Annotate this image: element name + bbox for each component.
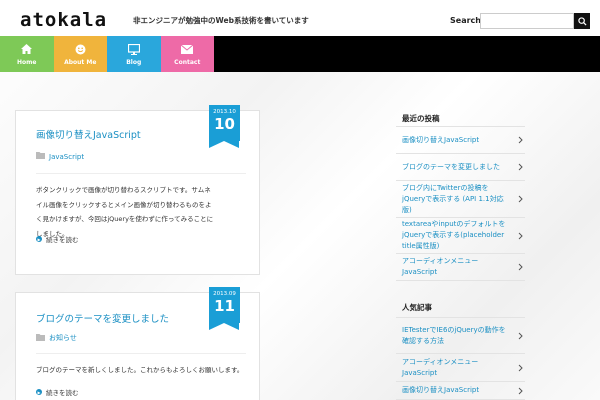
recent-post-item[interactable]: 画像切り替えJavaScript — [396, 126, 525, 154]
nav-item-label: Contact — [174, 58, 201, 66]
chevron-right-icon — [518, 364, 523, 376]
smiley-icon — [75, 43, 86, 56]
arrow-circle-icon: ▶ — [36, 236, 42, 242]
main-nav: Home About Me Blog Contact — [0, 36, 600, 72]
site-logo[interactable]: atokala — [20, 9, 107, 31]
nav-item-contact[interactable]: Contact — [160, 36, 214, 72]
recent-post-link: ブログのテーマを変更しました — [402, 162, 500, 171]
recent-post-link: 画像切り替えJavaScript — [402, 135, 480, 144]
search-button[interactable] — [574, 13, 590, 29]
monitor-icon — [127, 43, 140, 56]
site-tagline: 非エンジニアが勉強中のWeb系技術を書いています — [133, 16, 309, 25]
recent-posts-heading: 最近の投稿 — [402, 114, 440, 123]
divider — [36, 173, 246, 174]
recent-post-item[interactable]: textareaやinputのデフォルトをjQueryで表示する(placeho… — [396, 218, 525, 254]
nav-item-blog[interactable]: Blog — [107, 36, 161, 72]
post-title[interactable]: ブログのテーマを変更しました — [36, 311, 169, 325]
chevron-right-icon — [518, 195, 523, 207]
popular-post-item[interactable]: IETesterでIE6のjQueryの動作を確認する方法 — [396, 317, 525, 354]
read-more-link[interactable]: ▶ 続きを読む — [36, 387, 79, 397]
popular-post-link: IETesterでIE6のjQueryの動作を確認する方法 — [402, 325, 506, 345]
popular-post-link: 画像切り替えJavaScript — [402, 386, 480, 394]
nav-item-about-me[interactable]: About Me — [53, 36, 107, 72]
post-category-label: JavaScript — [49, 152, 85, 161]
date-year-month: 2013.09 — [213, 291, 236, 297]
recent-post-link: textareaやinputのデフォルトをjQueryで表示する(placeho… — [402, 220, 506, 250]
date-badge: 2013.09 11 — [209, 287, 240, 330]
search-label: Search — [450, 16, 481, 25]
site-header: atokala 非エンジニアが勉強中のWeb系技術を書いています Search — [0, 0, 600, 36]
home-icon — [21, 43, 33, 56]
popular-posts-list: IETesterでIE6のjQueryの動作を確認する方法 アコーディオンメニュ… — [396, 317, 525, 400]
date-day: 10 — [214, 115, 235, 133]
recent-post-link: アコーディオンメニューJavaScript — [402, 257, 479, 276]
read-more-label: 続きを読む — [46, 389, 79, 397]
date-badge: 2013.10 10 — [209, 105, 240, 148]
popular-post-link: アコーディオンメニューJavaScript — [402, 357, 479, 377]
chevron-right-icon — [518, 136, 523, 148]
post-category[interactable]: お知らせ — [36, 333, 77, 343]
read-more-label: 続きを読む — [46, 236, 79, 244]
nav-item-home[interactable]: Home — [0, 36, 54, 72]
date-day: 11 — [214, 297, 235, 315]
post-category[interactable]: JavaScript — [36, 152, 84, 161]
popular-post-item[interactable]: アコーディオンメニューJavaScript — [396, 354, 525, 382]
chevron-right-icon — [518, 232, 523, 244]
read-more-link[interactable]: ▶ 続きを読む — [36, 234, 79, 244]
arrow-circle-icon: ▶ — [36, 389, 42, 395]
popular-post-item[interactable]: 画像切り替えJavaScript — [396, 382, 525, 400]
chevron-right-icon — [518, 163, 523, 175]
nav-item-label: About Me — [64, 58, 97, 66]
recent-posts-list: 画像切り替えJavaScript ブログのテーマを変更しました ブログ内にTwi… — [396, 126, 525, 281]
divider — [36, 353, 246, 354]
recent-post-item[interactable]: アコーディオンメニューJavaScript — [396, 254, 525, 281]
envelope-icon — [181, 43, 194, 56]
post-excerpt: ボタンクリックで画像が切り替わるスクリプトです。サムネイル画像をクリックするとメ… — [36, 186, 214, 238]
recent-post-item[interactable]: ブログ内にTwitterの投稿をjQueryで表示する (API 1.1対応版) — [396, 181, 525, 218]
chevron-right-icon — [518, 332, 523, 344]
chevron-right-icon — [518, 263, 523, 275]
nav-item-label: Blog — [126, 58, 142, 66]
post-title[interactable]: 画像切り替えJavaScript — [36, 127, 141, 141]
folder-icon — [36, 333, 45, 343]
nav-item-label: Home — [17, 58, 37, 66]
folder-icon — [36, 152, 45, 161]
date-year-month: 2013.10 — [213, 109, 236, 115]
popular-posts-heading: 人気記事 — [402, 303, 432, 312]
search-input[interactable] — [480, 13, 574, 29]
post-excerpt: ブログのテーマを新しくしました。これからもよろしくお願いします。 — [36, 366, 244, 374]
recent-post-item[interactable]: ブログのテーマを変更しました — [396, 154, 525, 181]
chevron-right-icon — [518, 387, 523, 399]
search-icon — [577, 16, 587, 26]
recent-post-link: ブログ内にTwitterの投稿をjQueryで表示する (API 1.1対応版) — [402, 183, 504, 214]
post-category-label: お知らせ — [49, 334, 77, 342]
